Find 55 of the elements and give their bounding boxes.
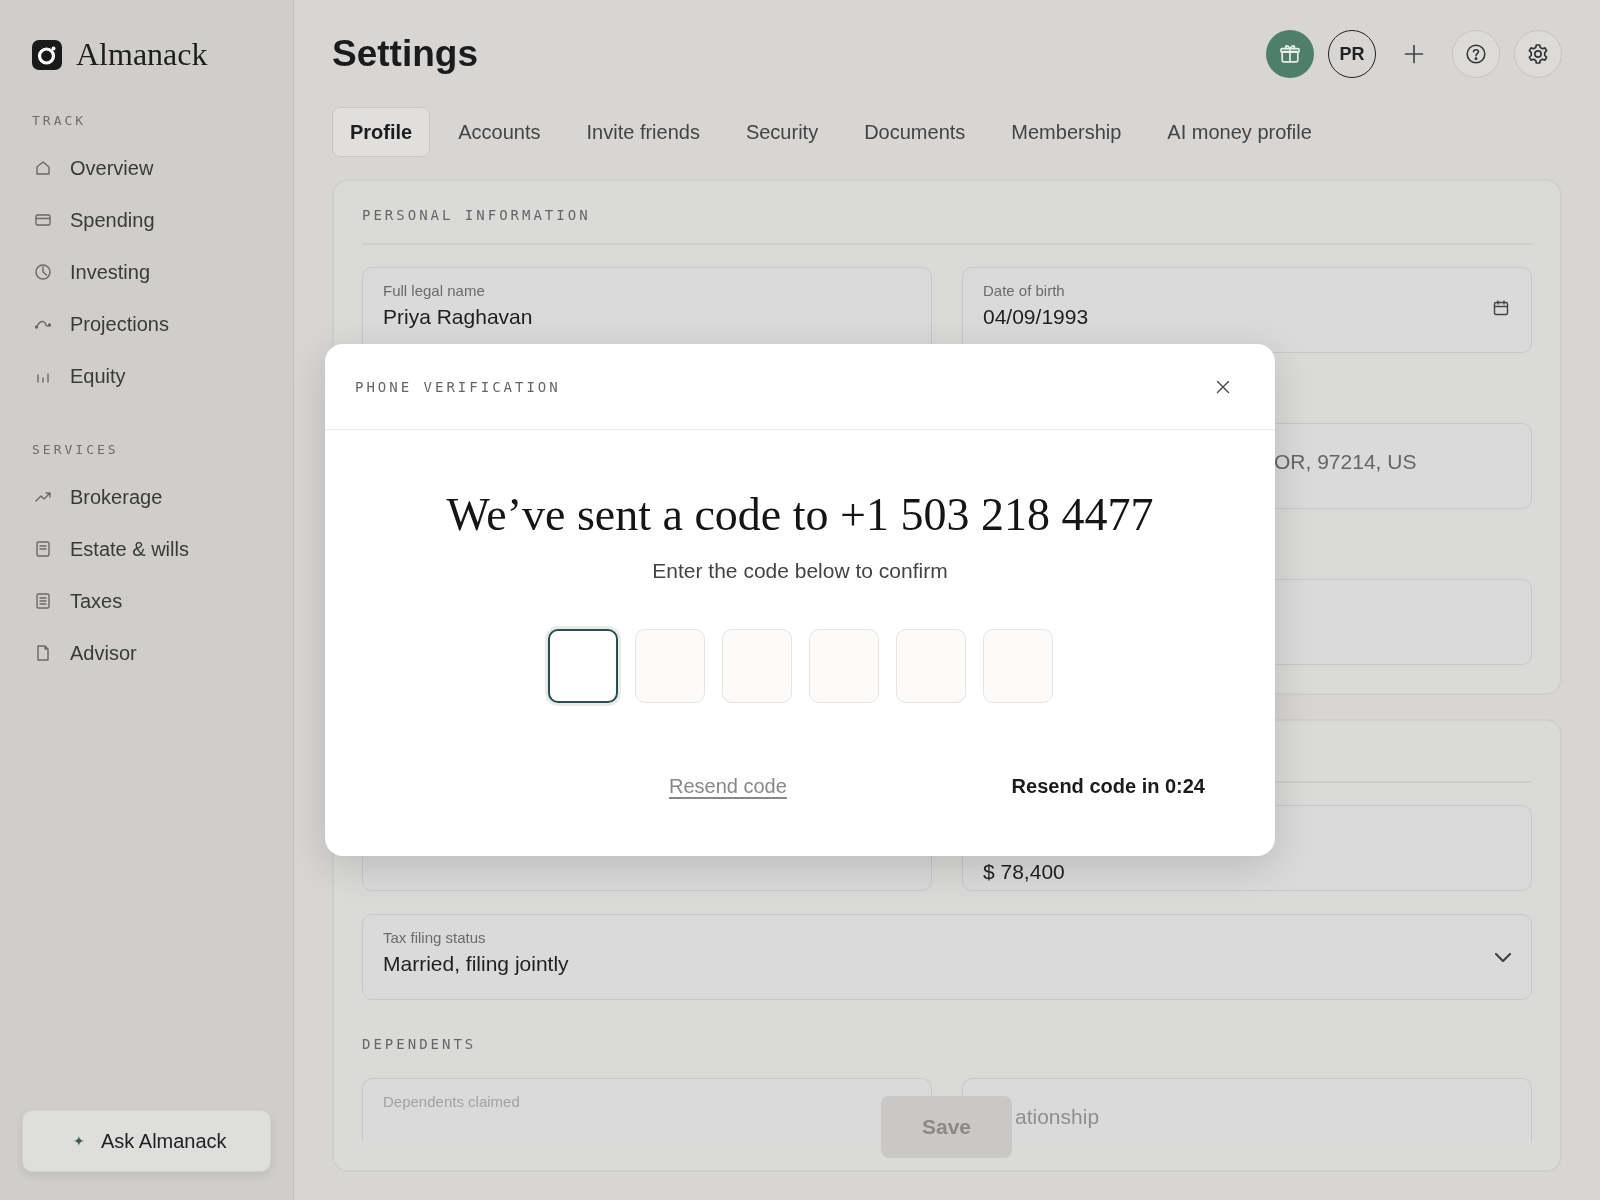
nav-item[interactable]: Equity: [0, 350, 126, 402]
dropdown-field[interactable]: Tax filing status Married, filing jointly: [362, 914, 1532, 1000]
code-digit-field[interactable]: [547, 629, 618, 703]
help-button[interactable]: [1452, 30, 1500, 78]
page-title: Settings: [332, 33, 478, 75]
section-heading: TRACK: [31, 113, 87, 128]
tab[interactable]: Invite friends: [568, 107, 718, 157]
clock-icon: [33, 262, 53, 282]
gift-icon: [1278, 42, 1302, 66]
tab[interactable]: Profile: [332, 107, 431, 157]
nav-item[interactable]: Investing: [0, 246, 151, 298]
nav-item[interactable]: Projections: [0, 298, 169, 350]
tab[interactable]: Security: [727, 107, 837, 157]
field-label: Date of birth: [983, 282, 1065, 299]
section-heading: DEPENDENTS: [362, 1036, 478, 1052]
field-value: OR, 97214, US: [1274, 450, 1417, 474]
document-icon: [33, 539, 53, 559]
date-field[interactable]: Date of birth 04/09/1993: [962, 267, 1532, 353]
nav-item[interactable]: Taxes: [0, 575, 123, 627]
chevron-down-icon: [1495, 953, 1511, 962]
field-value: Priya Raghavan: [383, 305, 533, 329]
tab[interactable]: Membership: [993, 107, 1140, 157]
tab[interactable]: AI money profile: [1149, 107, 1330, 157]
brand-name: Almanack: [76, 36, 208, 73]
nav-item[interactable]: Brokerage: [0, 471, 163, 523]
field-value: 04/09/1993: [983, 305, 1089, 329]
settings-button[interactable]: [1514, 30, 1562, 78]
help-icon: [1465, 43, 1487, 65]
field-label: Full legal name: [383, 282, 485, 299]
dialog-heading: We’ve sent a code to +1 503 218 4477: [446, 488, 1154, 541]
document-icon: [33, 591, 53, 611]
tab[interactable]: Accounts: [440, 107, 559, 157]
ask-button[interactable]: ✦ Ask Almanack: [22, 1110, 271, 1172]
gift-button[interactable]: [1266, 30, 1314, 78]
tab[interactable]: Documents: [846, 107, 984, 157]
dialog-title: PHONE VERIFICATION: [355, 378, 561, 395]
plus-icon: [1402, 42, 1426, 66]
calendar-icon: [1491, 298, 1511, 318]
nav-item[interactable]: Estate & wills: [0, 523, 189, 575]
dialog-subtitle: Enter the code below to confirm: [652, 559, 948, 583]
logo-icon: [32, 39, 62, 70]
section-heading: SERVICES: [31, 442, 119, 457]
nav-item[interactable]: Spending: [0, 194, 155, 246]
field-label: Tax filing status: [383, 929, 486, 946]
settings-icon: [1526, 42, 1550, 66]
nav-item[interactable]: Advisor: [0, 627, 137, 679]
section-heading: PERSONAL INFORMATION: [362, 181, 1532, 245]
nav-item[interactable]: Overview: [0, 142, 154, 194]
field-value: $ 78,400: [983, 860, 1065, 884]
countdown-text: Resend code in 0:24: [1011, 775, 1205, 798]
field-value: Married, filing jointly: [383, 952, 569, 976]
house-icon: [33, 158, 53, 178]
field-placeholder: ationship: [1015, 1105, 1100, 1129]
field-label: Dependents claimed: [383, 1093, 520, 1110]
resend-link[interactable]: Resend code: [669, 775, 787, 798]
